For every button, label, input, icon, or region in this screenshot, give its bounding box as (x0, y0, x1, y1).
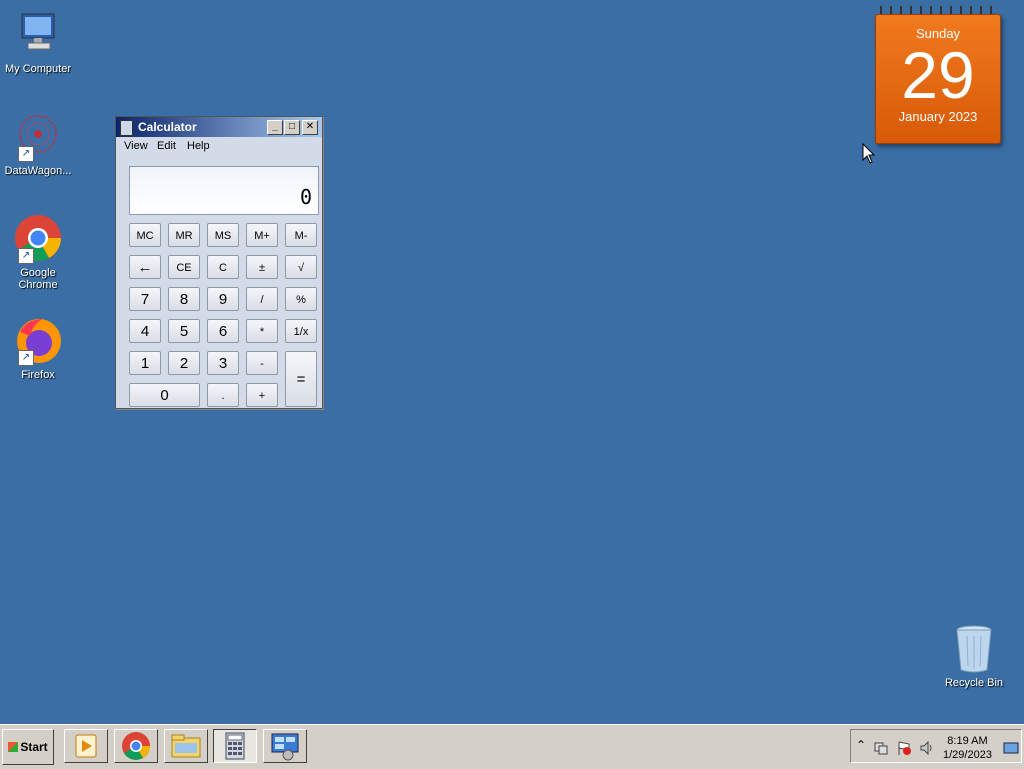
menu-help[interactable]: Help (187, 140, 210, 152)
calculator-window[interactable]: Calculator _ □ ✕ View Edit Help 0 MC MR … (115, 116, 323, 409)
desktop-icon-recycle-bin[interactable]: Recycle Bin (936, 624, 1012, 689)
memory-recall-button[interactable]: MR (168, 223, 200, 247)
clock-time: 8:19 AM (947, 735, 988, 747)
subtract-button[interactable]: - (246, 351, 278, 375)
negate-button[interactable]: ± (246, 255, 278, 279)
desktop-icon-label: Google Chrome (18, 267, 58, 291)
taskbar: Start ⌃ 8:19 AM 1/29/2023 (0, 724, 1024, 769)
digit-8-button[interactable]: 8 (168, 287, 200, 311)
taskbar-media-player[interactable] (64, 729, 108, 763)
add-button[interactable]: + (246, 383, 278, 407)
close-button[interactable]: ✕ (302, 120, 318, 135)
backspace-button[interactable]: ← (129, 255, 161, 279)
firefox-icon: ↗ (12, 316, 64, 366)
clear-entry-button[interactable]: CE (168, 255, 200, 279)
memory-clear-button[interactable]: MC (129, 223, 161, 247)
multiply-button[interactable]: * (246, 319, 278, 343)
digit-0-button[interactable]: 0 (129, 383, 200, 407)
digit-9-button[interactable]: 9 (207, 287, 239, 311)
menu-view[interactable]: View (124, 140, 148, 152)
memory-subtract-button[interactable]: M- (285, 223, 317, 247)
calculator-icon (225, 732, 245, 760)
clock-date: 1/29/2023 (943, 749, 992, 761)
tray-expand-button[interactable]: ⌃ (856, 738, 866, 752)
menu-edit[interactable]: Edit (157, 140, 176, 152)
square-root-button[interactable]: √ (285, 255, 317, 279)
clock[interactable]: 8:19 AM 1/29/2023 (943, 734, 992, 762)
digit-1-button[interactable]: 1 (129, 351, 161, 375)
start-label: Start (20, 740, 48, 754)
shortcut-arrow-icon: ↗ (18, 350, 34, 366)
volume-icon[interactable] (919, 740, 935, 756)
clear-button[interactable]: C (207, 255, 239, 279)
control-panel-icon (271, 733, 299, 761)
computer-icon (12, 10, 64, 60)
desktop-icon-firefox[interactable]: ↗ Firefox (0, 316, 76, 381)
calendar-month-year: January 2023 (898, 109, 978, 124)
start-button[interactable]: Start (2, 729, 54, 765)
desktop-icon-datawagon[interactable]: ↗ DataWagon... (0, 112, 76, 177)
maximize-button[interactable]: □ (284, 120, 300, 135)
taskbar-chrome[interactable] (114, 729, 158, 763)
memory-add-button[interactable]: M+ (246, 223, 278, 247)
equals-button[interactable]: = (285, 351, 317, 407)
datawagon-icon: ↗ (12, 112, 64, 162)
calculator-titlebar[interactable]: Calculator _ □ ✕ (116, 117, 322, 137)
calendar-gadget[interactable]: Sunday 29 January 2023 (875, 6, 1001, 144)
calculator-icon (120, 120, 133, 136)
digit-3-button[interactable]: 3 (207, 351, 239, 375)
desktop-icon-label: My Computer (4, 63, 72, 75)
menu-bar: View Edit Help (116, 137, 322, 155)
digit-4-button[interactable]: 4 (129, 319, 161, 343)
decimal-button[interactable]: . (207, 383, 239, 407)
media-player-icon (75, 734, 97, 758)
taskbar-control-panel[interactable] (263, 729, 307, 763)
reciprocal-button[interactable]: 1/x (285, 319, 317, 343)
minimize-button[interactable]: _ (267, 120, 283, 135)
desktop-icon-label: Firefox (21, 369, 55, 381)
taskbar-file-explorer[interactable] (164, 729, 208, 763)
chrome-icon: ↗ (12, 214, 64, 264)
taskbar-calculator[interactable] (213, 729, 257, 763)
desktop-icon-label: Recycle Bin (944, 677, 1004, 689)
divide-button[interactable]: / (246, 287, 278, 311)
windows-logo-icon (8, 742, 19, 752)
recycle-bin-icon (948, 624, 1000, 674)
percent-button[interactable]: % (285, 287, 317, 311)
mouse-cursor-icon (862, 143, 876, 164)
shortcut-arrow-icon: ↗ (18, 146, 34, 162)
chrome-icon (122, 732, 150, 760)
digit-5-button[interactable]: 5 (168, 319, 200, 343)
desktop-icon-my-computer[interactable]: My Computer (0, 10, 76, 75)
calendar-day: 29 (901, 38, 975, 112)
shortcut-arrow-icon: ↗ (18, 248, 34, 264)
network-icon[interactable] (873, 740, 889, 756)
calendar-page: Sunday 29 January 2023 (875, 14, 1001, 144)
system-tray: ⌃ 8:19 AM 1/29/2023 (850, 729, 1022, 763)
desktop-icon-google-chrome[interactable]: ↗ Google Chrome (0, 214, 76, 291)
memory-store-button[interactable]: MS (207, 223, 239, 247)
show-desktop-icon[interactable] (1003, 742, 1019, 754)
action-center-flag-icon[interactable] (896, 740, 912, 756)
digit-7-button[interactable]: 7 (129, 287, 161, 311)
display-value: 0 (299, 185, 312, 209)
calculator-display: 0 (129, 166, 319, 215)
digit-6-button[interactable]: 6 (207, 319, 239, 343)
desktop-icon-label: DataWagon... (4, 165, 72, 177)
window-title: Calculator (138, 120, 197, 134)
file-explorer-icon (171, 734, 201, 758)
digit-2-button[interactable]: 2 (168, 351, 200, 375)
